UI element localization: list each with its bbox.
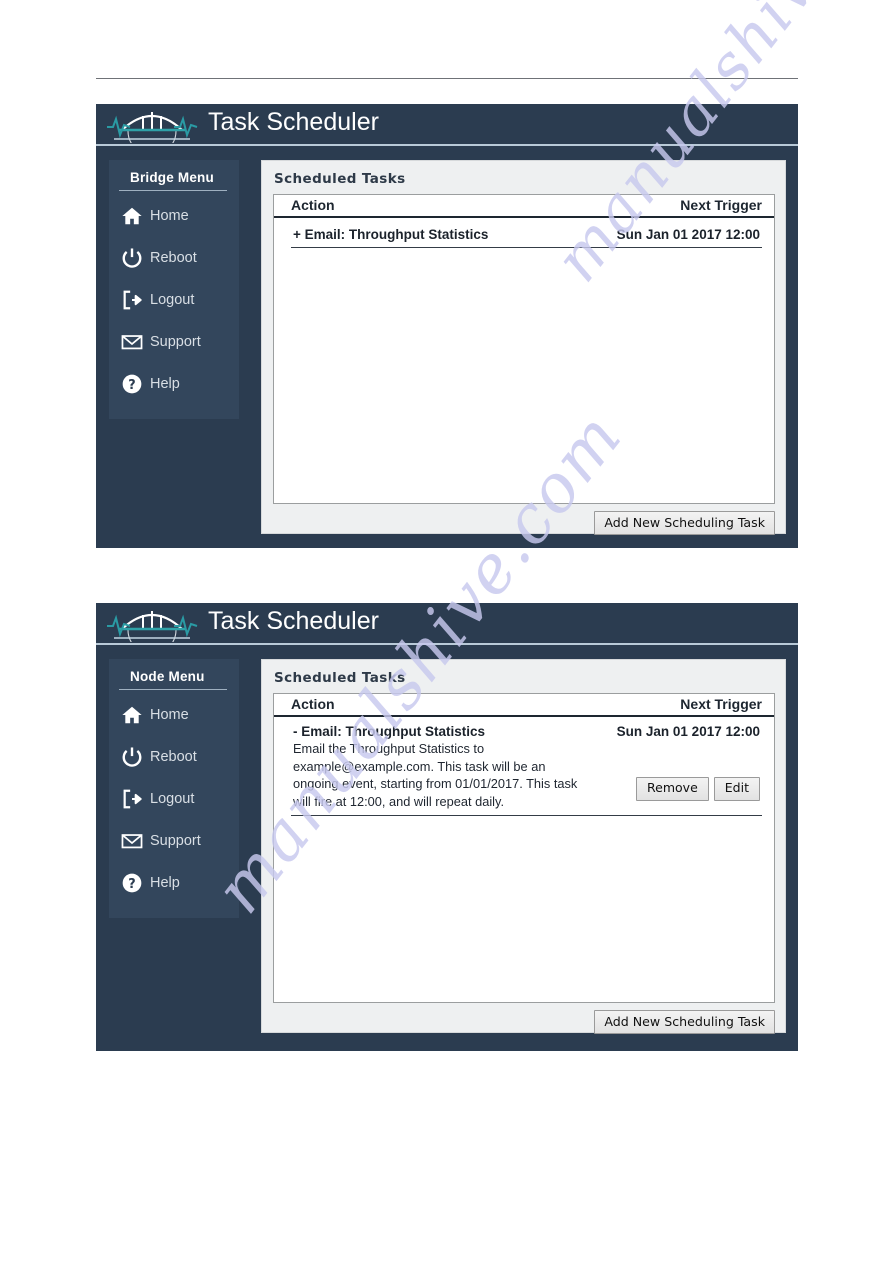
- svg-text:?: ?: [128, 378, 135, 393]
- task-description: Email the Throughput Statistics to examp…: [293, 741, 578, 809]
- question-circle-icon: ?: [121, 872, 143, 894]
- sidebar-item-label: Logout: [150, 791, 195, 807]
- sidebar-item-logout[interactable]: Logout: [109, 778, 239, 820]
- sidebar-item-home[interactable]: Home: [109, 195, 239, 237]
- app-header-bridge: Task Scheduler: [96, 104, 798, 156]
- column-header-action: Action: [291, 197, 335, 213]
- task-label: Email: Throughput Statistics: [301, 724, 486, 739]
- sidebar-item-label: Help: [150, 875, 180, 891]
- table-body: + Email: Throughput Statistics Sun Jan 0…: [274, 218, 774, 248]
- content-footer-node: Add New Scheduling Task: [273, 1003, 775, 1034]
- sidebar-bridge: Bridge Menu Home Reboot Logout Support ?…: [109, 160, 239, 419]
- sidebar-item-support[interactable]: Support: [109, 820, 239, 862]
- add-new-scheduling-task-button[interactable]: Add New Scheduling Task: [594, 511, 775, 535]
- page-title: Task Scheduler: [208, 607, 379, 635]
- task-next-trigger: Sun Jan 01 2017 12:00: [616, 227, 760, 242]
- page-title: Task Scheduler: [208, 108, 379, 136]
- table-row[interactable]: + Email: Throughput Statistics Sun Jan 0…: [291, 218, 762, 248]
- sidebar-item-label: Help: [150, 376, 180, 392]
- add-new-scheduling-task-button[interactable]: Add New Scheduling Task: [594, 1010, 775, 1034]
- content-card-node: Scheduled Tasks Action Next Trigger - Em…: [261, 659, 786, 1034]
- sidebar-item-logout[interactable]: Logout: [109, 279, 239, 321]
- sidebar-item-reboot[interactable]: Reboot: [109, 736, 239, 778]
- content-card-bridge: Scheduled Tasks Action Next Trigger + Em…: [261, 160, 786, 535]
- question-circle-icon: ?: [121, 373, 143, 395]
- home-icon: [121, 205, 143, 227]
- scheduled-tasks-table: Action Next Trigger - Email: Throughput …: [273, 693, 775, 1003]
- sidebar-node: Node Menu Home Reboot Logout Support ? H…: [109, 659, 239, 918]
- sidebar-item-label: Reboot: [150, 250, 197, 266]
- content-heading: Scheduled Tasks: [274, 171, 406, 187]
- envelope-icon: [121, 331, 143, 353]
- svg-text:?: ?: [128, 877, 135, 892]
- home-icon: [121, 704, 143, 726]
- sidebar-item-support[interactable]: Support: [109, 321, 239, 363]
- logout-icon: [121, 289, 143, 311]
- task-name[interactable]: + Email: Throughput Statistics: [293, 227, 488, 242]
- header-rule: [96, 78, 798, 79]
- envelope-icon: [121, 830, 143, 852]
- sidebar-item-label: Support: [150, 334, 201, 350]
- panel-body-bridge: Bridge Menu Home Reboot Logout Support ?…: [96, 146, 798, 548]
- sidebar-item-label: Home: [150, 208, 189, 224]
- sidebar-item-help[interactable]: ? Help: [109, 363, 239, 405]
- task-name[interactable]: - Email: Throughput Statistics: [293, 724, 485, 739]
- sidebar-item-label: Logout: [150, 292, 195, 308]
- sidebar-item-label: Home: [150, 707, 189, 723]
- task-label: Email: Throughput Statistics: [304, 227, 489, 242]
- task-next-trigger: Sun Jan 01 2017 12:00: [616, 724, 760, 739]
- sidebar-heading: Node Menu: [119, 667, 227, 690]
- panel-body-node: Node Menu Home Reboot Logout Support ? H…: [96, 645, 798, 1047]
- bridge-pulse-logo: [104, 604, 200, 655]
- column-header-action: Action: [291, 696, 335, 712]
- sidebar-item-reboot[interactable]: Reboot: [109, 237, 239, 279]
- sidebar-heading: Bridge Menu: [119, 168, 227, 191]
- app-header-node: Task Scheduler: [96, 603, 798, 655]
- sidebar-item-label: Support: [150, 833, 201, 849]
- power-icon: [121, 247, 143, 269]
- column-header-next-trigger: Next Trigger: [680, 197, 762, 213]
- table-row[interactable]: - Email: Throughput Statistics Sun Jan 0…: [291, 717, 762, 816]
- logout-icon: [121, 788, 143, 810]
- bridge-pulse-logo: [104, 105, 200, 156]
- sidebar-item-home[interactable]: Home: [109, 694, 239, 736]
- column-header-next-trigger: Next Trigger: [680, 696, 762, 712]
- remove-button[interactable]: Remove: [636, 776, 709, 801]
- row-action-buttons: Remove Edit: [636, 776, 760, 801]
- table-header-row: Action Next Trigger: [274, 694, 774, 717]
- sidebar-item-help[interactable]: ? Help: [109, 862, 239, 904]
- table-body: - Email: Throughput Statistics Sun Jan 0…: [274, 717, 774, 816]
- expand-toggle-icon[interactable]: +: [293, 227, 301, 242]
- collapse-toggle-icon[interactable]: -: [293, 724, 298, 739]
- screenshot-panel-node: Task Scheduler Node Menu Home Reboot Log…: [96, 603, 798, 1051]
- edit-button[interactable]: Edit: [713, 776, 760, 801]
- scheduled-tasks-table: Action Next Trigger + Email: Throughput …: [273, 194, 775, 504]
- sidebar-item-label: Reboot: [150, 749, 197, 765]
- power-icon: [121, 746, 143, 768]
- table-header-row: Action Next Trigger: [274, 195, 774, 218]
- content-footer-bridge: Add New Scheduling Task: [273, 504, 775, 535]
- document-page: Task Scheduler Bridge Menu Home Reboot L…: [0, 0, 893, 1263]
- content-heading: Scheduled Tasks: [274, 670, 406, 686]
- screenshot-panel-bridge: Task Scheduler Bridge Menu Home Reboot L…: [96, 104, 798, 548]
